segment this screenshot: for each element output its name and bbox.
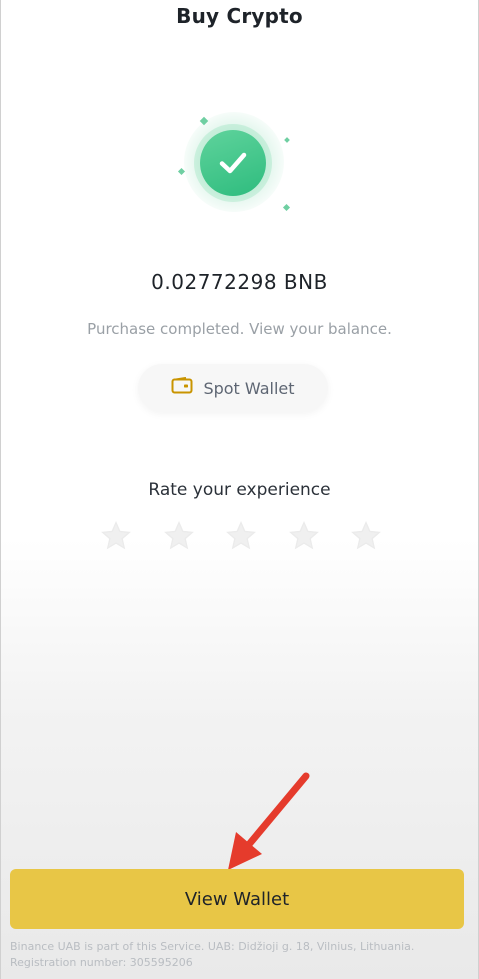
- purchase-amount: 0.02772298 BNB: [151, 270, 328, 294]
- spot-wallet-label: Spot Wallet: [203, 378, 295, 398]
- sparkle-icon: [282, 203, 291, 212]
- check-icon: [219, 152, 247, 174]
- page-title: Buy Crypto: [176, 4, 303, 28]
- footer-line: Binance UAB is part of this Service. UAB…: [10, 940, 415, 953]
- star-icon[interactable]: [96, 516, 136, 556]
- purchase-message: Purchase completed. View your balance.: [87, 320, 392, 338]
- success-illustration: [170, 112, 300, 232]
- legal-footer: Binance UAB is part of this Service. UAB…: [10, 939, 472, 971]
- star-icon[interactable]: [284, 516, 324, 556]
- wallet-icon: [171, 376, 193, 399]
- star-icon[interactable]: [346, 516, 386, 556]
- star-icon[interactable]: [159, 516, 199, 556]
- check-circle-icon: [200, 130, 266, 196]
- sparkle-icon: [284, 137, 290, 143]
- footer-line: Registration number: 305595206: [10, 956, 193, 969]
- annotation-arrow-icon: [210, 770, 320, 880]
- star-rating[interactable]: [96, 516, 386, 556]
- view-wallet-button[interactable]: View Wallet: [10, 869, 464, 929]
- rate-experience-label: Rate your experience: [148, 480, 331, 500]
- star-icon[interactable]: [221, 516, 261, 556]
- spot-wallet-button[interactable]: Spot Wallet: [138, 364, 328, 412]
